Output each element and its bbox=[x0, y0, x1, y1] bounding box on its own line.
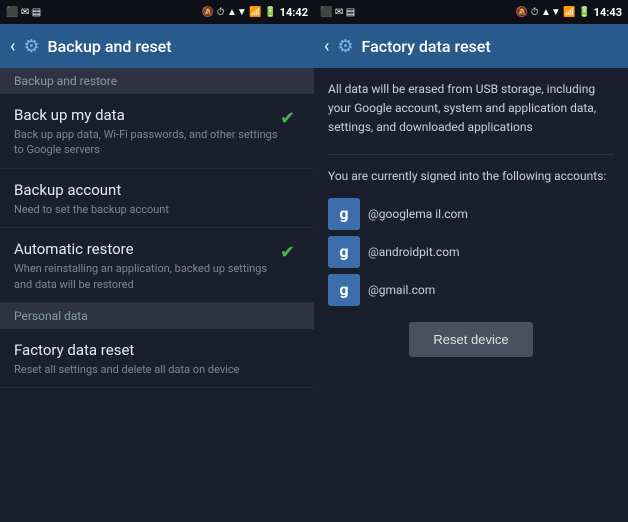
time-right: 14:43 bbox=[594, 6, 622, 19]
factory-reset-desc: Reset all settings and delete all data o… bbox=[14, 362, 300, 377]
google-g-1: g bbox=[339, 240, 348, 264]
status-right-left: 🔕 ⏱ ▲▼ 📶 🔋 14:42 bbox=[202, 6, 308, 19]
status-left-icons: ⬛ ✉ ▤ bbox=[6, 7, 41, 18]
backup-account-text: Backup account Need to set the backup ac… bbox=[14, 181, 300, 217]
backup-data-title: Back up my data bbox=[14, 106, 280, 124]
notification-icons-left: ⬛ ✉ ▤ bbox=[6, 7, 41, 18]
backup-data-checkbox[interactable]: ✔ bbox=[280, 108, 300, 128]
backup-data-desc: Back up app data, Wi-Fi passwords, and o… bbox=[14, 127, 280, 158]
auto-restore-text: Automatic restore When reinstalling an a… bbox=[14, 240, 280, 292]
menu-item-auto-restore[interactable]: Automatic restore When reinstalling an a… bbox=[0, 228, 314, 303]
status-bar-left: ⬛ ✉ ▤ 🔕 ⏱ ▲▼ 📶 🔋 14:42 bbox=[0, 0, 314, 24]
account-name-2: @gmail.com bbox=[368, 281, 435, 299]
account-name-1: @androidpit.com bbox=[368, 243, 460, 261]
divider bbox=[328, 154, 614, 155]
reset-device-button[interactable]: Reset device bbox=[409, 322, 532, 357]
factory-reset-text: Factory data reset Reset all settings an… bbox=[14, 341, 300, 377]
google-icon-2: g bbox=[328, 274, 360, 306]
left-screen: ⬛ ✉ ▤ 🔕 ⏱ ▲▼ 📶 🔋 14:42 ‹ ⚙ Backup and re… bbox=[0, 0, 314, 522]
status-bar-right: ⬛ ✉ ▤ 🔕 ⏱ ▲▼ 📶 🔋 14:43 bbox=[314, 0, 628, 24]
backup-data-text: Back up my data Back up app data, Wi-Fi … bbox=[14, 106, 280, 158]
content-right: All data will be erased from USB storage… bbox=[314, 68, 628, 522]
warning-text: All data will be erased from USB storage… bbox=[328, 80, 614, 138]
header-title-left: Backup and reset bbox=[48, 37, 172, 56]
auto-restore-checkbox[interactable]: ✔ bbox=[280, 242, 300, 262]
factory-reset-title: Factory data reset bbox=[14, 341, 300, 359]
auto-restore-title: Automatic restore bbox=[14, 240, 280, 258]
checkmark-auto-restore: ✔ bbox=[280, 242, 295, 263]
section-personal-data: Personal data bbox=[0, 303, 314, 329]
status-right-right: 🔕 ⏱ ▲▼ 📶 🔋 14:43 bbox=[516, 6, 622, 19]
notification-icons-right: ⬛ ✉ ▤ bbox=[320, 7, 355, 18]
header-left: ‹ ⚙ Backup and reset bbox=[0, 24, 314, 68]
google-g-2: g bbox=[339, 278, 348, 302]
checkmark-backup-data: ✔ bbox=[280, 108, 295, 129]
menu-item-factory-reset[interactable]: Factory data reset Reset all settings an… bbox=[0, 329, 314, 388]
google-icon-0: g bbox=[328, 198, 360, 230]
google-icon-1: g bbox=[328, 236, 360, 268]
signal-icons-right: 🔕 ⏱ ▲▼ 📶 🔋 bbox=[516, 7, 591, 18]
right-content-area: All data will be erased from USB storage… bbox=[314, 68, 628, 369]
account-row-1: g @androidpit.com bbox=[328, 236, 614, 268]
section-backup-restore: Backup and restore bbox=[0, 68, 314, 94]
account-row-0: g @googlema il.com bbox=[328, 198, 614, 230]
gear-icon-right: ⚙ bbox=[337, 36, 353, 57]
auto-restore-desc: When reinstalling an application, backed… bbox=[14, 261, 280, 292]
header-right: ‹ ⚙ Factory data reset bbox=[314, 24, 628, 68]
back-icon-right[interactable]: ‹ bbox=[324, 36, 329, 57]
header-title-right: Factory data reset bbox=[362, 37, 491, 56]
google-g-0: g bbox=[339, 202, 348, 226]
account-row-2: g @gmail.com bbox=[328, 274, 614, 306]
backup-account-title: Backup account bbox=[14, 181, 300, 199]
account-name-0: @googlema il.com bbox=[368, 205, 468, 223]
back-icon-left[interactable]: ‹ bbox=[10, 36, 15, 57]
menu-item-backup-data[interactable]: Back up my data Back up app data, Wi-Fi … bbox=[0, 94, 314, 169]
menu-item-backup-account[interactable]: Backup account Need to set the backup ac… bbox=[0, 169, 314, 228]
content-left: Backup and restore Back up my data Back … bbox=[0, 68, 314, 522]
right-screen: ⬛ ✉ ▤ 🔕 ⏱ ▲▼ 📶 🔋 14:43 ‹ ⚙ Factory data … bbox=[314, 0, 628, 522]
reset-button-container: Reset device bbox=[328, 322, 614, 357]
backup-account-desc: Need to set the backup account bbox=[14, 202, 300, 217]
signed-in-text: You are currently signed into the follow… bbox=[328, 167, 614, 186]
gear-icon-left: ⚙ bbox=[23, 36, 39, 57]
time-left: 14:42 bbox=[280, 6, 308, 19]
signal-icons-left: 🔕 ⏱ ▲▼ 📶 🔋 bbox=[202, 7, 277, 18]
status-left-icons-right: ⬛ ✉ ▤ bbox=[320, 7, 355, 18]
